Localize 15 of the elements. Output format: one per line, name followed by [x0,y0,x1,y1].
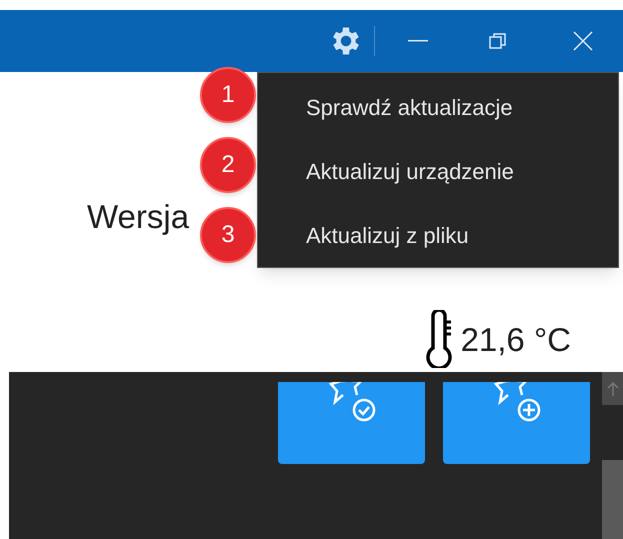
scrollbar[interactable] [602,372,623,539]
close-icon [573,31,593,51]
step-badge: 2 [200,137,256,193]
minimize-icon [408,40,428,42]
menu-item[interactable]: Sprawdź aktualizacje [258,75,618,139]
version-label: Wersja [87,200,190,233]
step-badge: 1 [200,67,256,123]
scroll-up-icon[interactable] [602,372,623,405]
step-badge: 3 [200,207,256,263]
restore-icon [489,32,507,50]
favorite-confirm-button[interactable] [278,382,425,464]
menu-item[interactable]: Aktualizuj urządzenie [258,139,618,203]
temperature-reading: 21,6 °C [460,322,571,356]
favorite-add-button[interactable] [443,382,590,464]
menu-item[interactable]: Aktualizuj z pliku [258,203,618,267]
